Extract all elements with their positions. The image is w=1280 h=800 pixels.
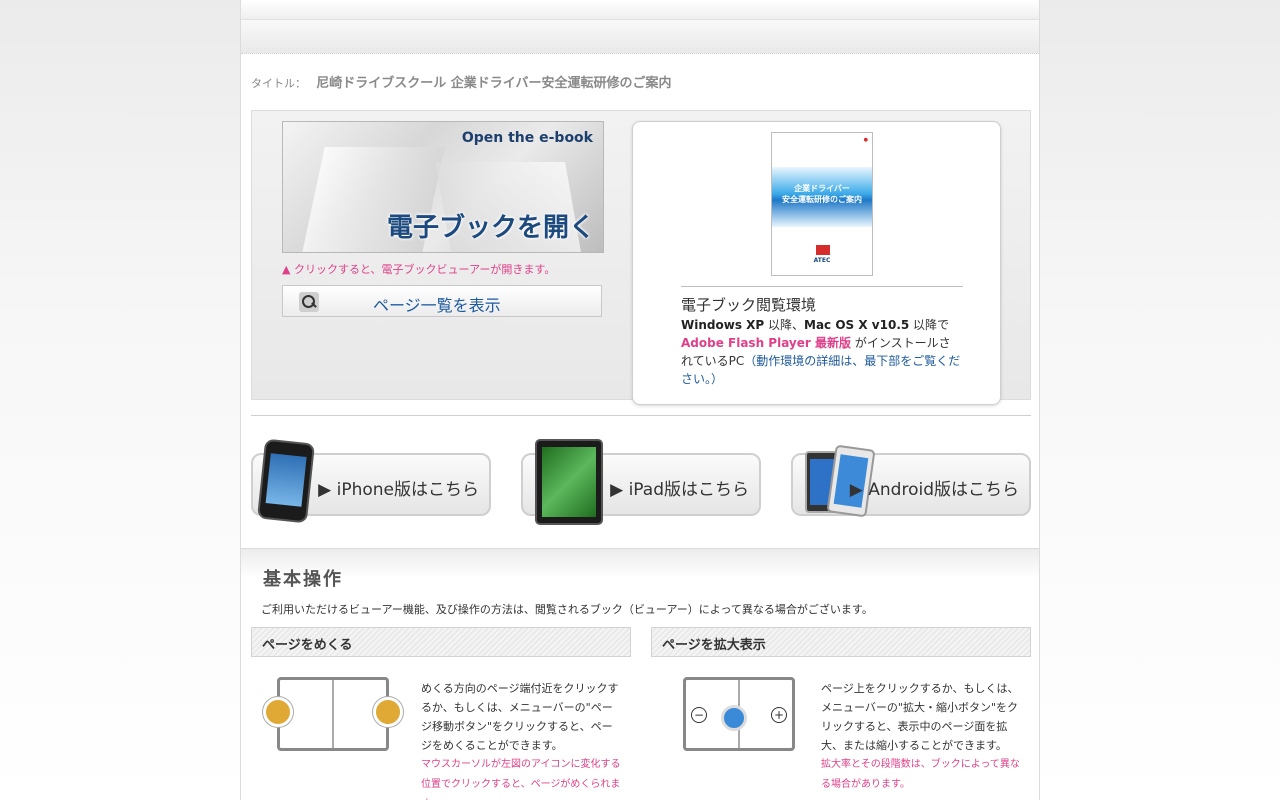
open-ebook-en-label: Open the e-book xyxy=(461,130,593,146)
os-mac: Mac OS X v10.5 xyxy=(804,318,910,332)
top-bar xyxy=(241,0,1039,20)
page-list-label: ページ一覧を表示 xyxy=(373,296,501,315)
zoom-page-note: 拡大率とその段階数は、ブックによって異なる場合があります。 xyxy=(821,759,1020,790)
turn-page-illustration xyxy=(263,677,403,755)
iphone-label: ▶ iPhone版はこちら xyxy=(318,480,479,500)
turn-page-description: めくる方向のページ端付近をクリックするか、もしくは、メニューバーの"ページ移動ボ… xyxy=(421,682,619,752)
cover-logo-icon xyxy=(816,245,830,255)
cover-logo-text: ATEC xyxy=(813,257,831,264)
basic-operations-section: 基本操作 ご利用いただけるビューアー機能、及び操作の方法は、閲覧されるブック（ビ… xyxy=(241,548,1039,800)
ipad-icon xyxy=(535,439,603,525)
zoom-page-illustration: − + xyxy=(669,677,809,755)
turn-page-text: めくる方向のページ端付近をクリックするか、もしくは、メニューバーの"ページ移動ボ… xyxy=(421,679,621,800)
page-list-button[interactable]: ページ一覧を表示 xyxy=(282,285,602,317)
book-cover-thumbnail[interactable]: ● 企業ドライバー 安全運転研修のご案内 ATEC xyxy=(771,132,873,276)
open-ebook-note: ▲ クリックすると、電子ブックビューアーが開きます。 xyxy=(282,263,556,276)
android-label: ▶ Android版はこちら xyxy=(849,480,1019,500)
os-suffix: 以降で xyxy=(909,318,950,332)
environment-title: 電子ブック閲覧環境 xyxy=(681,296,817,314)
zoom-out-icon: − xyxy=(691,707,707,723)
turn-page-note: マウスカーソルが左図のアイコンに変化する位置でクリックすると、ページがめくられま… xyxy=(421,759,621,800)
sub-bar xyxy=(241,20,1039,54)
operations-title: 基本操作 xyxy=(263,569,343,590)
iphone-icon xyxy=(256,438,316,524)
page-turn-left-icon xyxy=(263,697,293,727)
environment-divider xyxy=(681,286,963,287)
environment-text: Windows XP 以降、Mac OS X v10.5 以降で Adobe F… xyxy=(681,316,961,388)
flash-player-link[interactable]: Adobe Flash Player 最新版 xyxy=(681,336,851,350)
title-row: タイトル： 尼崎ドライブスクール 企業ドライバー安全運転研修のご案内 xyxy=(251,72,671,91)
page-turn-right-icon xyxy=(373,697,403,727)
turn-page-heading-label: ページをめくる xyxy=(262,638,353,653)
page-container: タイトル： 尼崎ドライブスクール 企業ドライバー安全運転研修のご案内 Open … xyxy=(240,0,1040,800)
turn-page-heading: ページをめくる xyxy=(251,627,631,657)
section-divider xyxy=(251,415,1031,416)
ipad-version-button[interactable]: ▶ iPad版はこちら xyxy=(521,439,761,525)
zoom-page-heading: ページを拡大表示 xyxy=(651,627,1031,657)
zoom-page-heading-label: ページを拡大表示 xyxy=(662,638,766,653)
cover-title: 企業ドライバー 安全運転研修のご案内 xyxy=(772,183,872,205)
title-label: タイトル： xyxy=(251,77,306,90)
magnifier-icon xyxy=(299,292,319,312)
zoom-page-description: ページ上をクリックするか、もしくは、メニューバーの"拡大・縮小ボタン"をクリック… xyxy=(821,682,1019,752)
cover-logo-small: ● xyxy=(863,137,868,143)
page-title: 尼崎ドライブスクール 企業ドライバー安全運転研修のご案内 xyxy=(316,76,672,91)
zoom-magnifier-icon xyxy=(721,705,747,731)
cover-title-line1: 企業ドライバー xyxy=(794,184,850,193)
os-connector: 以降、 xyxy=(764,318,805,332)
operations-description: ご利用いただけるビューアー機能、及び操作の方法は、閲覧されるブック（ビューアー）… xyxy=(261,603,873,616)
ipad-label: ▶ iPad版はこちら xyxy=(610,480,749,500)
android-version-button[interactable]: ▶ Android版はこちら xyxy=(791,444,1031,518)
open-ebook-button[interactable]: Open the e-book 電子ブックを開く xyxy=(282,121,604,253)
iphone-version-button[interactable]: ▶ iPhone版はこちら xyxy=(251,438,491,524)
cover-title-line2: 安全運転研修のご案内 xyxy=(782,195,862,204)
open-ebook-jp-label: 電子ブックを開く xyxy=(386,213,595,243)
zoom-page-text: ページ上をクリックするか、もしくは、メニューバーの"拡大・縮小ボタン"をクリック… xyxy=(821,679,1021,795)
environment-card: ● 企業ドライバー 安全運転研修のご案内 ATEC 電子ブック閲覧環境 Wind… xyxy=(632,121,1001,405)
zoom-in-icon: + xyxy=(771,707,787,723)
os-xp: Windows XP xyxy=(681,318,765,332)
ebook-panel: Open the e-book 電子ブックを開く ▲ クリックすると、電子ブック… xyxy=(251,110,1031,405)
